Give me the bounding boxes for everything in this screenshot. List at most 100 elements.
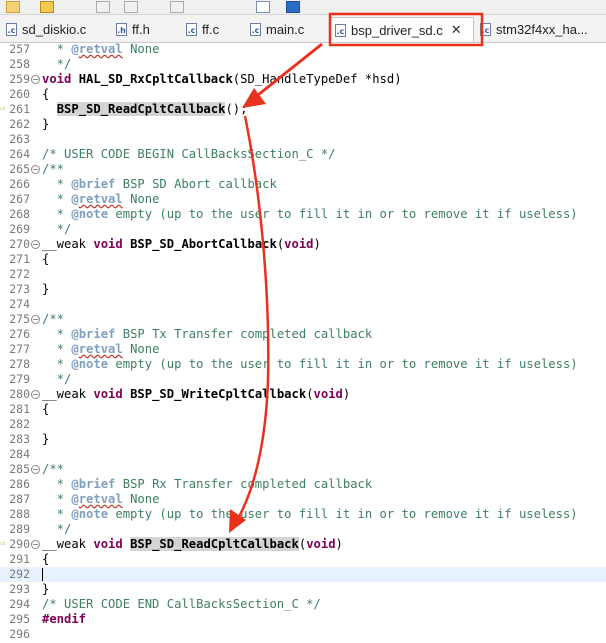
code-text: * @brief BSP Tx Transfer completed callb… [42,327,373,341]
fold-toggle-icon[interactable]: − [31,240,40,249]
code-line[interactable]: 294 /* USER CODE END CallBacksSection_C *… [0,597,606,612]
fold-toggle-icon[interactable]: − [31,75,40,84]
code-text: * @brief BSP SD Abort callback [42,177,277,191]
line-number: 258 [9,57,30,71]
code-line[interactable]: 295 #endif [0,612,606,627]
code-line[interactable]: 265−/** [0,162,606,177]
code-line[interactable]: 288 * @note empty (up to the user to fil… [0,507,606,522]
highlight-icon[interactable] [40,1,54,13]
line-number: 267 [9,192,30,206]
forward-icon[interactable] [170,1,184,13]
code-line[interactable]: 262} [0,117,606,132]
code-line[interactable]: 273} [0,282,606,297]
code-line[interactable]: 275−/** [0,312,606,327]
code-line[interactable]: 276 * @brief BSP Tx Transfer completed c… [0,327,606,342]
code-text: * @retval None [42,42,160,56]
tab-ff-h[interactable]: .h ff.h [112,18,174,40]
line-number: 284 [9,447,30,461]
code-line[interactable]: 296 [0,627,606,642]
code-line[interactable]: 264 /* USER CODE BEGIN CallBacksSection_C… [0,147,606,162]
code-line[interactable]: 270− __weak void BSP_SD_AbortCallback(voi… [0,237,606,252]
code-line[interactable]: 258 */ [0,57,606,72]
code-text: * @retval None [42,192,160,206]
fold-toggle-icon[interactable]: − [31,540,40,549]
code-line[interactable]: 266 * @brief BSP SD Abort callback [0,177,606,192]
tab-label: bsp_driver_sd.c [351,22,443,38]
close-tab-icon[interactable]: ✕ [451,22,462,38]
code-line[interactable]: 278 * @note empty (up to the user to fil… [0,357,606,372]
code-line[interactable]: 282 [0,417,606,432]
line-number: 266 [9,177,30,191]
code-line[interactable]: 285−/** [0,462,606,477]
tab-main-c[interactable]: .c main.c [246,18,322,40]
code-editor[interactable]: 257 * @retval None 258 */259− void HAL_SD_… [0,42,606,643]
code-line[interactable]: 280− __weak void BSP_SD_WriteCpltCallback… [0,387,606,402]
code-line[interactable]: 269 */ [0,222,606,237]
code-text: /** [42,162,65,176]
code-text: */ [42,57,72,71]
code-text: { [42,552,50,566]
code-line[interactable]: 277 * @retval None [0,342,606,357]
code-line[interactable]: 281 { [0,402,606,417]
override-marker-icon[interactable]: ⇨ [0,540,5,549]
tab-bsp-driver-sd[interactable]: .c bsp_driver_sd.c ✕ [330,17,474,42]
code-line[interactable]: 279 */ [0,372,606,387]
code-text: * @retval None [42,492,160,506]
override-marker-icon[interactable]: ⇨ [0,105,5,114]
tab-sd-diskio[interactable]: .c sd_diskio.c [2,18,106,40]
line-number: 283 [9,432,30,446]
fold-toggle-icon[interactable]: − [31,465,40,474]
tab-ff-c[interactable]: .c ff.c [182,18,238,40]
code-text: */ [42,372,72,386]
line-number: 276 [9,327,30,341]
info-icon[interactable] [286,1,300,13]
line-number: 281 [9,402,30,416]
line-number: 295 [9,612,30,626]
line-number: 275 [9,312,30,326]
code-text: * @brief BSP Rx Transfer completed callb… [42,477,373,491]
code-line[interactable]: 284 [0,447,606,462]
code-line[interactable]: 263 [0,132,606,147]
code-line[interactable]: 271 { [0,252,606,267]
code-text: BSP_SD_ReadCpltCallback(); [56,102,248,116]
next-annotation-icon[interactable] [96,1,110,13]
code-line[interactable]: 286 * @brief BSP Rx Transfer completed c… [0,477,606,492]
code-line[interactable]: 257 * @retval None [0,42,606,57]
line-number: 272 [9,267,30,281]
code-line[interactable]: 287 * @retval None [0,492,606,507]
fold-toggle-icon[interactable]: − [31,165,40,174]
code-line[interactable]: 261 ⇨ BSP_SD_ReadCpltCallback(); [0,102,606,117]
edit-icon[interactable] [6,1,20,13]
line-number: 279 [9,372,30,386]
code-text: /** [42,462,65,476]
tab-label: main.c [266,21,305,37]
code-line[interactable]: 290 ⇨ − __weak void BSP_SD_ReadCpltCallback… [0,537,606,552]
code-line[interactable]: 292 [0,567,606,582]
code-line[interactable]: 267 * @retval None [0,192,606,207]
c-file-icon: .c [335,23,346,37]
code-line[interactable]: 289 */ [0,522,606,537]
code-text: void HAL_SD_RxCpltCallback(SD_HandleType… [42,72,402,86]
line-number: 280 [9,387,30,401]
fold-toggle-icon[interactable]: − [31,390,40,399]
line-number: 278 [9,357,30,371]
code-line[interactable]: 291 { [0,552,606,567]
line-number: 287 [9,492,30,506]
back-icon[interactable] [124,1,138,13]
code-line[interactable]: 283} [0,432,606,447]
code-line[interactable]: 268 * @note empty (up to the user to fil… [0,207,606,222]
tab-stm32f4xx-hal[interactable]: .c stm32f4xx_ha... [476,18,606,40]
code-line[interactable]: 259− void HAL_SD_RxCpltCallback(SD_Handle… [0,72,606,87]
line-number: 264 [9,147,30,161]
new-file-icon[interactable] [256,1,270,13]
code-line[interactable]: 260 { [0,87,606,102]
code-line[interactable]: 274 [0,297,606,312]
fold-toggle-icon[interactable]: − [31,315,40,324]
code-line[interactable]: 293} [0,582,606,597]
code-line[interactable]: 272 [0,267,606,282]
code-text: } [42,582,50,596]
line-number: 288 [9,507,30,521]
editor-tab-bar: .c sd_diskio.c .h ff.h .c ff.c .c main.c… [0,15,606,43]
code-text: { [42,252,50,266]
tab-label: ff.h [132,21,150,37]
